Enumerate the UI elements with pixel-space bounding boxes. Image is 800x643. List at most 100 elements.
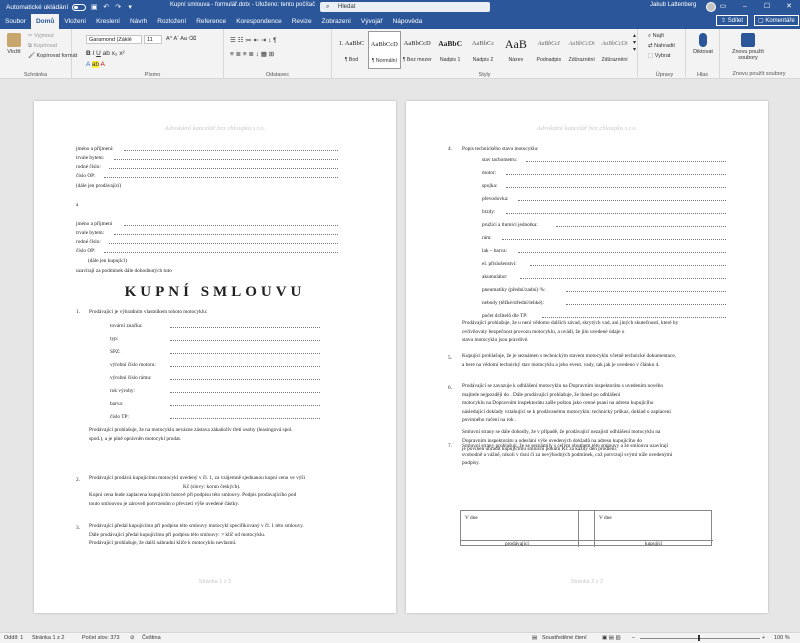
style-item[interactable]: 1. AaBbC ¶ Bod (335, 31, 368, 69)
fill-line[interactable] (518, 196, 726, 201)
ribbon-display-icon[interactable]: ▭ (712, 0, 734, 14)
view-mode-icons[interactable]: ▣ ▤ ▥ (602, 635, 621, 641)
paste-button[interactable]: Vložit (4, 33, 24, 55)
fill-line[interactable] (520, 274, 726, 279)
save-icon[interactable]: ▣ (90, 3, 98, 11)
user-name[interactable]: Jakub Lattenberg (650, 2, 696, 8)
search-box[interactable]: ⌕ Hledat (320, 2, 490, 12)
fill-line[interactable] (114, 230, 338, 235)
zoom-out-icon[interactable]: – (632, 635, 635, 641)
fill-line[interactable] (502, 235, 726, 240)
align-buttons[interactable]: ≡ ≣ ≡ ≣ ↕ ▦ ⊞ (230, 50, 274, 58)
style-item[interactable]: AaBbCcD ¶ Normální (367, 31, 401, 69)
tab-draw[interactable]: Kreslení (91, 14, 125, 29)
fill-line[interactable] (170, 336, 320, 341)
fill-line[interactable] (170, 401, 320, 406)
fill-line[interactable] (104, 248, 338, 253)
fill-line[interactable] (124, 146, 338, 151)
style-item[interactable]: AaBbCcDt Zdůraznění (565, 31, 598, 69)
fill-line[interactable] (109, 164, 338, 169)
tab-help[interactable]: Nápověda (388, 14, 428, 29)
style-item[interactable]: AaBbCcDt Zdůraznění (598, 31, 631, 69)
font-size-select[interactable]: 11 (144, 35, 162, 44)
redo-icon[interactable]: ↷ (114, 3, 122, 11)
document-page-2[interactable]: Advokátní kancelář bez chloupku s.r.o. 4… (406, 101, 768, 613)
customize-qat-icon[interactable]: ▾ (126, 3, 134, 11)
signature-place-date[interactable]: V dne (465, 515, 478, 521)
autosave-toggle[interactable] (72, 3, 87, 11)
fill-line[interactable] (170, 388, 320, 393)
style-item[interactable]: AaBbCcD ¶ Bez mezer (401, 31, 434, 69)
focus-icon[interactable]: ▤ (532, 635, 537, 641)
zoom-slider-thumb[interactable] (698, 635, 700, 641)
zoom-level[interactable]: 100 % (774, 635, 790, 641)
font-format-buttons[interactable]: B I U ab x₂ x² (86, 50, 125, 57)
find-button[interactable]: ⌕ Najít (648, 33, 664, 40)
fill-line[interactable] (170, 375, 320, 380)
fill-line[interactable] (506, 209, 726, 214)
fill-line[interactable] (518, 248, 726, 253)
tab-design[interactable]: Návrh (125, 14, 152, 29)
fill-line[interactable] (542, 313, 726, 318)
tab-insert[interactable]: Vložení (59, 14, 91, 29)
style-item[interactable]: AaBbC Nadpis 1 (434, 31, 467, 69)
fill-line[interactable] (170, 414, 320, 419)
list-buttons[interactable]: ☰ ☷ ≔ ⇤ ⇥ ↕ ¶ (230, 36, 277, 44)
tab-references[interactable]: Reference (191, 14, 231, 29)
editing-group: ⌕ Najít ⇄ Nahradit ⬚ Vybrat Úpravy (644, 29, 686, 79)
close-icon[interactable]: ✕ (778, 0, 800, 14)
zoom-in-icon[interactable]: + (762, 635, 765, 641)
tab-layout[interactable]: Rozložení (152, 14, 191, 29)
zoom-slider[interactable] (640, 638, 760, 639)
fill-line[interactable] (566, 287, 726, 292)
replace-button[interactable]: ⇄ Nahradit (648, 43, 675, 49)
fill-line[interactable] (124, 221, 338, 226)
styles-scroll-icon[interactable]: ▴ ▾ ▾ (633, 32, 636, 53)
fill-line[interactable] (506, 183, 726, 188)
style-item[interactable]: AaBbCc Nadpis 2 (467, 31, 500, 69)
status-page[interactable]: Stránka 1 z 2 (32, 635, 64, 641)
style-item[interactable]: AaBbCcI Podnadpis (532, 31, 565, 69)
fill-line[interactable] (526, 157, 726, 162)
comments-button[interactable]: ▢ Komentáře (754, 15, 799, 26)
fill-line[interactable] (104, 173, 338, 178)
format-painter-button[interactable]: 🖌 Kopírovat formát (28, 53, 77, 59)
fill-line[interactable] (506, 170, 726, 175)
cut-button[interactable]: ✂ Vyjmout (28, 33, 54, 39)
font-name-select[interactable]: Garamond (Záklé (86, 35, 142, 44)
reuse-files-button[interactable]: Znovu použít soubory (724, 33, 772, 61)
document-page-1[interactable]: Advokátní kancelář bez chloupku s.r.o. j… (34, 101, 396, 613)
fill-line[interactable] (114, 155, 338, 160)
tab-review[interactable]: Revize (287, 14, 317, 29)
fill-line[interactable] (556, 222, 726, 227)
status-words[interactable]: Počet slov: 373 (82, 635, 120, 641)
tab-home[interactable]: Domů (30, 14, 60, 29)
dictate-button[interactable]: Diktovat (689, 33, 717, 55)
grow-font-icon[interactable]: A^ Aˇ Aa ⌫ (166, 36, 196, 42)
select-button[interactable]: ⬚ Vybrat (648, 53, 670, 59)
section-note: Prodávající prohlašuje, že na motocyklu … (89, 427, 293, 442)
minimize-icon[interactable]: – (734, 0, 756, 14)
undo-icon[interactable]: ↶ (102, 3, 110, 11)
status-focus[interactable]: Soustředěné čtení (542, 635, 587, 641)
section-number: 1. (76, 309, 80, 315)
share-button[interactable]: ⇪ Sdílet (716, 15, 749, 26)
copy-button[interactable]: ⧉ Kopírovat (28, 43, 57, 50)
font-color-buttons[interactable]: A ab A (86, 61, 105, 68)
tab-mailings[interactable]: Korespondence (231, 14, 287, 29)
status-section[interactable]: Oddíl: 1 (4, 635, 23, 641)
fill-line[interactable] (170, 349, 320, 354)
signature-place-date[interactable]: V dne (599, 515, 612, 521)
proofing-icon[interactable]: ⊘ (130, 635, 135, 641)
style-item[interactable]: AaB Název (499, 31, 532, 69)
fill-line[interactable] (109, 239, 338, 244)
fill-line[interactable] (566, 300, 726, 305)
fill-line[interactable] (170, 323, 320, 328)
tab-view[interactable]: Zobrazení (317, 14, 356, 29)
status-language[interactable]: Čeština (142, 635, 161, 641)
maximize-icon[interactable]: ☐ (756, 0, 778, 14)
fill-line[interactable] (170, 362, 320, 367)
tab-file[interactable]: Soubor (0, 14, 31, 29)
fill-line[interactable] (530, 261, 726, 266)
tab-developer[interactable]: Vývojář (356, 14, 388, 29)
